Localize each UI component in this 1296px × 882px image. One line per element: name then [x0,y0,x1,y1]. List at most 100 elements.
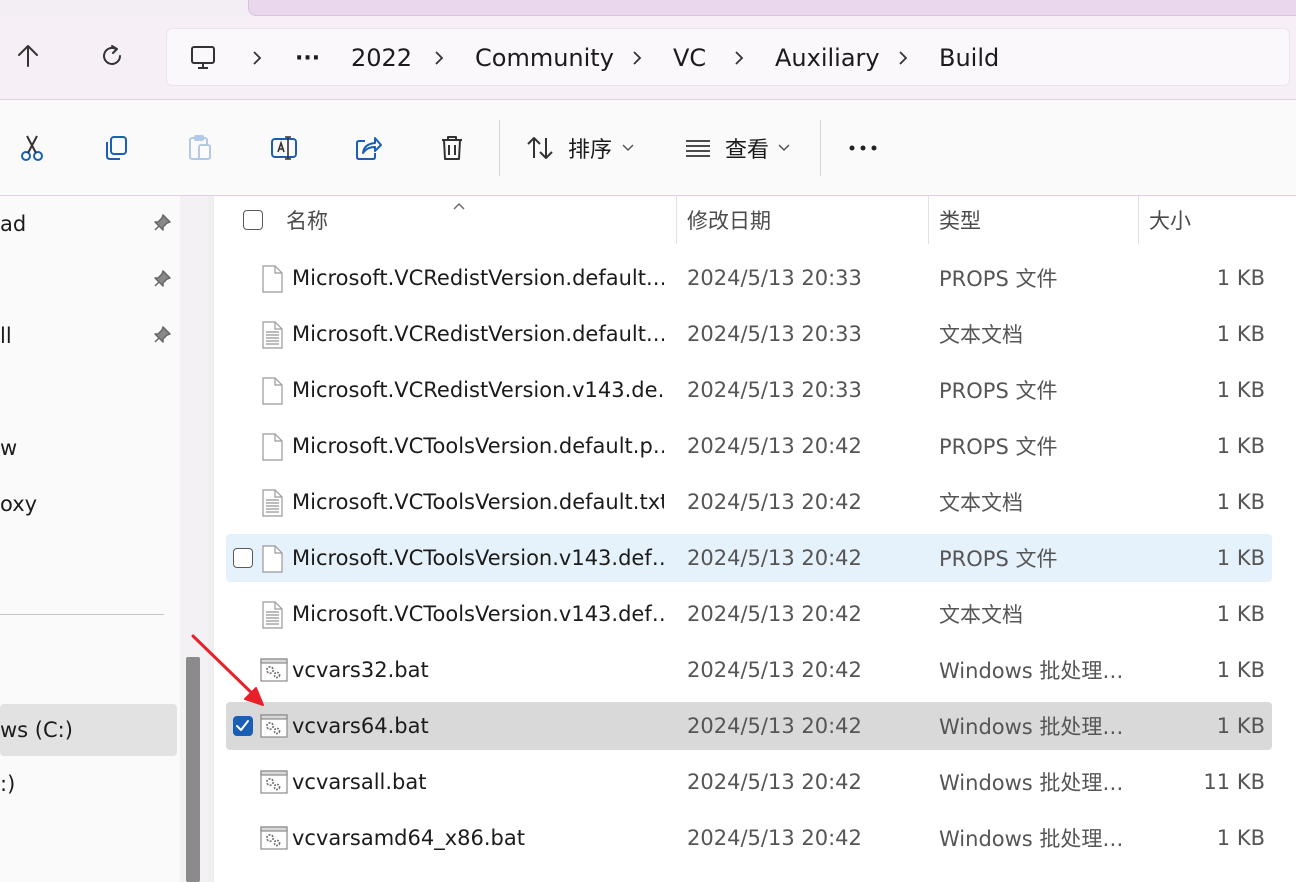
nav-item[interactable]: oxy [0,480,180,528]
file-date: 2024/5/13 20:42 [687,546,862,570]
column-divider[interactable] [928,196,929,244]
file-name: Microsoft.VCRedistVersion.default.… [292,266,664,290]
nav-item[interactable]: ad [0,200,180,248]
file-row[interactable]: Microsoft.VCRedistVersion.v143.de… 2024/5… [226,366,1272,414]
file-row[interactable]: vcvars32.bat 2024/5/13 20:42 Windows 批处理… 1… [226,646,1272,694]
toolbar-divider [499,120,500,176]
refresh-icon [103,45,121,65]
file-name: Microsoft.VCRedistVersion.default.… [292,322,664,346]
blank-file-icon [260,377,284,409]
file-list: 名称 修改日期 类型 大小 Microsoft.VCRedistVersion.… [214,196,1296,882]
file-row[interactable]: vcvarsall.bat 2024/5/13 20:42 Windows 批处理…… [226,758,1272,806]
file-row[interactable]: Microsoft.VCToolsVersion.default.p… 2024/… [226,422,1272,470]
breadcrumb-item-community[interactable]: Community [475,29,614,87]
pin-icon[interactable] [152,325,172,350]
file-date: 2024/5/13 20:42 [687,770,862,794]
command-bar: 排序 查看 [0,100,1296,196]
row-checkbox[interactable] [233,716,253,736]
file-row[interactable]: Microsoft.VCToolsVersion.v143.def… 2024/5… [226,534,1272,582]
file-row[interactable]: Microsoft.VCToolsVersion.v143.def… 2024/5… [226,590,1272,638]
up-button[interactable] [8,36,48,76]
breadcrumb-item-build[interactable]: Build [939,29,999,87]
view-button[interactable]: 查看 [725,128,769,168]
text-file-icon [260,489,284,521]
nav-item[interactable] [0,256,180,304]
file-row[interactable]: Microsoft.VCRedistVersion.default.… 2024/… [226,310,1272,358]
nav-item-drive-c[interactable]: ws (C:) [0,704,177,756]
file-type: 文本文档 [939,323,1023,347]
file-row[interactable]: vcvarsamd64_x86.bat 2024/5/13 20:42 Window… [226,814,1272,862]
cut-button[interactable] [12,128,52,168]
chevron-right-icon [733,29,745,87]
nav-divider [0,614,164,615]
nav-item[interactable] [0,368,180,416]
file-name: Microsoft.VCToolsVersion.default.p… [292,434,664,458]
nav-item[interactable]: ll [0,312,180,360]
copy-button[interactable] [96,128,136,168]
column-header-date[interactable]: 修改日期 [687,196,771,244]
file-size: 11 KB [1203,770,1265,794]
rename-icon [271,136,297,160]
column-divider[interactable] [1138,196,1139,244]
batch-file-icon [260,713,288,743]
select-all-checkbox[interactable] [243,210,263,230]
breadcrumb-overflow[interactable]: ··· [295,29,320,87]
batch-file-icon [260,769,288,799]
chevron-right-icon [251,29,263,87]
file-type: PROPS 文件 [939,267,1058,291]
sort-ascending-icon [452,196,466,215]
file-row[interactable]: Microsoft.VCToolsVersion.default.txt 2024… [226,478,1272,526]
file-size: 1 KB [1216,490,1265,514]
file-type: Windows 批处理… [939,659,1124,683]
rename-button[interactable] [264,128,304,168]
file-row-selected[interactable]: vcvars64.bat 2024/5/13 20:42 Windows 批处理… 1… [226,702,1272,750]
file-size: 1 KB [1216,434,1265,458]
file-row[interactable]: Microsoft.VCRedistVersion.default.… 2024/… [226,254,1272,302]
file-type: Windows 批处理… [939,771,1124,795]
navigation-pane: ad ll w oxy ws (C:) :) [0,196,180,882]
pin-icon[interactable] [152,269,172,294]
more-options-button[interactable] [843,128,883,168]
nav-item-label: ws (C:) [0,718,73,742]
nav-pane-scroll-thumb[interactable] [186,657,200,882]
column-header-type[interactable]: 类型 [939,196,981,244]
delete-button[interactable] [432,128,472,168]
nav-item-label: oxy [0,492,38,516]
share-button[interactable] [348,128,388,168]
batch-file-icon [260,657,288,687]
file-type: PROPS 文件 [939,379,1058,403]
file-date: 2024/5/13 20:33 [687,322,862,346]
file-size: 1 KB [1216,826,1265,850]
file-date: 2024/5/13 20:42 [687,658,862,682]
nav-item[interactable]: :) [0,760,180,808]
file-type: PROPS 文件 [939,435,1058,459]
file-date: 2024/5/13 20:42 [687,826,862,850]
computer-icon [189,44,217,76]
file-list-scrollbar[interactable] [1276,196,1296,882]
list-view-icon [686,140,710,157]
paste-button[interactable] [180,128,220,168]
file-type: 文本文档 [939,491,1023,515]
breadcrumb-item-auxiliary[interactable]: Auxiliary [775,29,880,87]
sort-button[interactable]: 排序 [568,128,612,168]
blank-file-icon [260,265,284,297]
file-name: Microsoft.VCToolsVersion.v143.def… [292,546,664,570]
file-name: Microsoft.VCToolsVersion.default.txt [292,490,664,514]
address-bar[interactable]: ··· 2022 Community VC Auxiliary Build [166,28,1290,86]
nav-item[interactable]: w [0,424,180,472]
refresh-button[interactable] [92,36,132,76]
chevron-right-icon [433,29,445,87]
breadcrumb-item-2022[interactable]: 2022 [351,29,412,87]
file-name: Microsoft.VCRedistVersion.v143.de… [292,378,664,402]
column-header-size[interactable]: 大小 [1149,196,1191,244]
file-date: 2024/5/13 20:42 [687,490,862,514]
pin-icon[interactable] [152,213,172,238]
column-header-name[interactable]: 名称 [286,196,328,244]
file-size: 1 KB [1216,322,1265,346]
breadcrumb-item-vc[interactable]: VC [673,29,706,87]
row-checkbox[interactable] [233,548,253,568]
file-size: 1 KB [1216,602,1265,626]
file-date: 2024/5/13 20:42 [687,602,862,626]
file-name: Microsoft.VCToolsVersion.v143.def… [292,602,664,626]
column-divider[interactable] [676,196,677,244]
